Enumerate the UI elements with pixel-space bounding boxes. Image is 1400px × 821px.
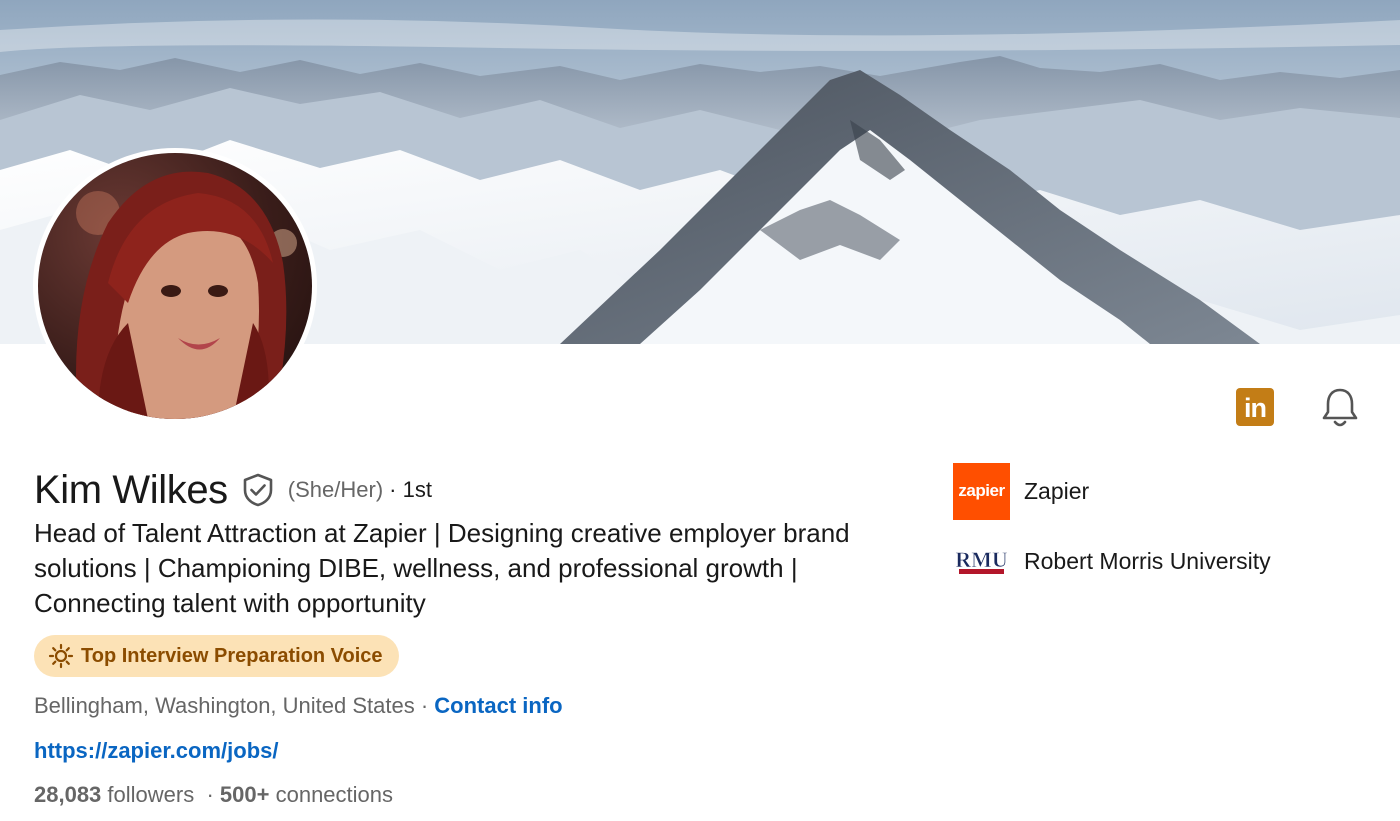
location-separator: ·: [414, 693, 435, 718]
affiliation-item-zapier[interactable]: zapier Zapier: [953, 462, 1271, 520]
profile-name: Kim Wilkes: [34, 468, 228, 512]
stats-row: 28,083 followers · 500+ connections: [34, 782, 393, 808]
connections-label: connections: [275, 782, 394, 807]
profile-actions: in: [1200, 380, 1400, 440]
zapier-logo-icon: zapier: [953, 462, 1010, 520]
affiliation-item-rmu[interactable]: RMU Robert Morris University: [953, 532, 1271, 590]
pronouns: (She/Her): [287, 477, 384, 502]
affiliation-name: Zapier: [1024, 477, 1090, 504]
rmu-logo-text: RMU: [955, 547, 1008, 572]
profile-portrait-image: [76, 171, 297, 419]
rmu-logo-icon: RMU: [955, 547, 1008, 574]
profile-photo[interactable]: [33, 148, 317, 424]
contact-info-link[interactable]: Contact info: [434, 693, 562, 718]
website-link[interactable]: https://zapier.com/jobs/: [34, 738, 278, 764]
bell-icon[interactable]: [1320, 386, 1360, 430]
linkedin-logo-icon[interactable]: in: [1236, 388, 1274, 426]
followers-label: followers: [107, 782, 195, 807]
verified-shield-icon[interactable]: [240, 472, 276, 508]
connections-count[interactable]: 500+: [220, 782, 270, 807]
followers-count[interactable]: 28,083: [34, 782, 101, 807]
top-voice-badge[interactable]: Top Interview Preparation Voice: [34, 635, 399, 677]
location-row: Bellingham, Washington, United States · …: [34, 693, 563, 719]
affiliation-name: Robert Morris University: [1024, 547, 1271, 574]
profile-headline: Head of Talent Attraction at Zapier | De…: [34, 518, 850, 618]
lightbulb-icon: [48, 643, 74, 669]
name-row: Kim Wilkes (She/Her) · 1st: [34, 466, 432, 514]
badge-label: Top Interview Preparation Voice: [81, 644, 383, 667]
affiliations-list: zapier Zapier RMU Robert Morris Universi…: [953, 462, 1271, 602]
connection-degree: · 1st: [389, 477, 432, 502]
stats-separator: ·: [194, 782, 220, 807]
location-text: Bellingham, Washington, United States: [34, 693, 415, 718]
